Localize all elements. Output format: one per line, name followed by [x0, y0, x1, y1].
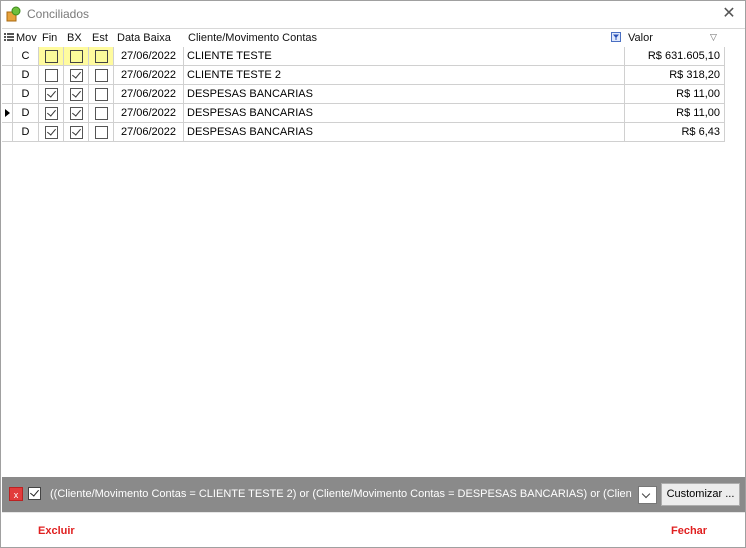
- cell-cliente[interactable]: DESPESAS BANCARIAS: [184, 104, 625, 123]
- checkbox-cell: [89, 104, 114, 123]
- checkbox-cell: [39, 66, 64, 85]
- est-checkbox[interactable]: [95, 50, 108, 63]
- cell-valor[interactable]: R$ 6,43: [625, 123, 725, 142]
- close-button[interactable]: Fechar: [671, 525, 707, 537]
- row-indicator[interactable]: [2, 66, 13, 85]
- window-title: Conciliados: [27, 7, 90, 21]
- check-icon: [72, 107, 81, 117]
- filter-panel: x ((Cliente/Movimento Contas = CLIENTE T…: [2, 477, 745, 512]
- checkbox-cell: [64, 104, 89, 123]
- est-checkbox[interactable]: [95, 88, 108, 101]
- checkbox-cell: [64, 123, 89, 142]
- row-indicator[interactable]: [2, 123, 13, 142]
- table-row[interactable]: C 27/06/2022 CLIENTE TESTE R$ 631.605,10: [2, 47, 725, 66]
- fin-checkbox[interactable]: [45, 69, 58, 82]
- row-indicator[interactable]: [2, 104, 13, 123]
- column-header-cliente[interactable]: Cliente/Movimento Contas: [188, 29, 317, 47]
- fin-checkbox[interactable]: [45, 50, 58, 63]
- cell-data-baixa[interactable]: 27/06/2022: [114, 123, 184, 142]
- checkbox-cell: [39, 85, 64, 104]
- cell-data-baixa[interactable]: 27/06/2022: [114, 85, 184, 104]
- filter-history-dropdown[interactable]: [638, 486, 657, 504]
- filter-icon[interactable]: [611, 32, 621, 42]
- checkbox-cell: [89, 123, 114, 142]
- checkbox-cell: [64, 85, 89, 104]
- cell-valor[interactable]: R$ 631.605,10: [625, 47, 725, 66]
- est-checkbox[interactable]: [95, 126, 108, 139]
- column-header-mov[interactable]: Mov: [16, 29, 37, 47]
- bx-checkbox[interactable]: [70, 107, 83, 120]
- check-icon: [30, 487, 39, 497]
- customize-filter-button[interactable]: Customizar ...: [661, 483, 740, 506]
- checkbox-cell: [39, 104, 64, 123]
- check-icon: [72, 126, 81, 136]
- cell-mov[interactable]: C: [13, 47, 39, 66]
- checkbox-cell: [89, 85, 114, 104]
- column-header-bx[interactable]: BX: [67, 29, 82, 47]
- table-row[interactable]: D 27/06/2022 CLIENTE TESTE 2 R$ 318,20: [2, 66, 725, 85]
- cell-data-baixa[interactable]: 27/06/2022: [114, 47, 184, 66]
- column-header-fin[interactable]: Fin: [42, 29, 57, 47]
- sort-descending-icon[interactable]: ▽: [710, 32, 717, 43]
- est-checkbox[interactable]: [95, 107, 108, 120]
- fin-checkbox[interactable]: [45, 126, 58, 139]
- clear-filter-icon[interactable]: x: [9, 487, 23, 501]
- checkbox-cell: [64, 47, 89, 66]
- checkbox-cell: [89, 47, 114, 66]
- checkbox-cell: [89, 66, 114, 85]
- row-indicator[interactable]: [2, 85, 13, 104]
- cell-mov[interactable]: D: [13, 123, 39, 142]
- filter-enabled-checkbox[interactable]: [28, 487, 41, 500]
- bx-checkbox[interactable]: [70, 50, 83, 63]
- check-icon: [72, 88, 81, 98]
- table-row[interactable]: D 27/06/2022 DESPESAS BANCARIAS R$ 11,00: [2, 85, 725, 104]
- conciliados-window: Conciliados ✕ Mov Fin BX Est Data Baixa …: [0, 0, 746, 548]
- check-icon: [72, 69, 81, 79]
- cell-mov[interactable]: D: [13, 85, 39, 104]
- data-grid[interactable]: Mov Fin BX Est Data Baixa Cliente/Movime…: [2, 28, 745, 476]
- bx-checkbox[interactable]: [70, 88, 83, 101]
- fin-checkbox[interactable]: [45, 107, 58, 120]
- bx-checkbox[interactable]: [70, 126, 83, 139]
- title-bar: Conciliados ✕: [1, 1, 745, 27]
- current-row-arrow-icon: [5, 109, 10, 117]
- bx-checkbox[interactable]: [70, 69, 83, 82]
- close-icon[interactable]: ✕: [719, 4, 739, 24]
- cell-valor[interactable]: R$ 11,00: [625, 85, 725, 104]
- check-icon: [47, 107, 56, 117]
- footer-actions: Excluir Fechar: [2, 512, 745, 547]
- app-icon: [6, 6, 21, 22]
- table-row[interactable]: D 27/06/2022 DESPESAS BANCARIAS R$ 11,00: [2, 104, 725, 123]
- column-header-est[interactable]: Est: [92, 29, 108, 47]
- cell-cliente[interactable]: CLIENTE TESTE: [184, 47, 625, 66]
- fin-checkbox[interactable]: [45, 88, 58, 101]
- checkbox-cell: [64, 66, 89, 85]
- cell-mov[interactable]: D: [13, 66, 39, 85]
- chevron-down-icon: [641, 489, 651, 499]
- checkbox-cell: [39, 47, 64, 66]
- cell-cliente[interactable]: DESPESAS BANCARIAS: [184, 85, 625, 104]
- cell-data-baixa[interactable]: 27/06/2022: [114, 66, 184, 85]
- cell-cliente[interactable]: DESPESAS BANCARIAS: [184, 123, 625, 142]
- column-header-valor[interactable]: Valor: [628, 29, 653, 47]
- check-icon: [47, 126, 56, 136]
- checkbox-cell: [39, 123, 64, 142]
- cell-valor[interactable]: R$ 318,20: [625, 66, 725, 85]
- column-header-data-baixa[interactable]: Data Baixa: [117, 29, 171, 47]
- delete-button[interactable]: Excluir: [38, 525, 75, 537]
- cell-cliente[interactable]: CLIENTE TESTE 2: [184, 66, 625, 85]
- filter-expression[interactable]: ((Cliente/Movimento Contas = CLIENTE TES…: [50, 488, 632, 500]
- cell-mov[interactable]: D: [13, 104, 39, 123]
- cell-data-baixa[interactable]: 27/06/2022: [114, 104, 184, 123]
- column-chooser-icon[interactable]: [4, 32, 14, 42]
- table-row[interactable]: D 27/06/2022 DESPESAS BANCARIAS R$ 6,43: [2, 123, 725, 142]
- check-icon: [47, 88, 56, 98]
- cell-valor[interactable]: R$ 11,00: [625, 104, 725, 123]
- row-indicator[interactable]: [2, 47, 13, 66]
- est-checkbox[interactable]: [95, 69, 108, 82]
